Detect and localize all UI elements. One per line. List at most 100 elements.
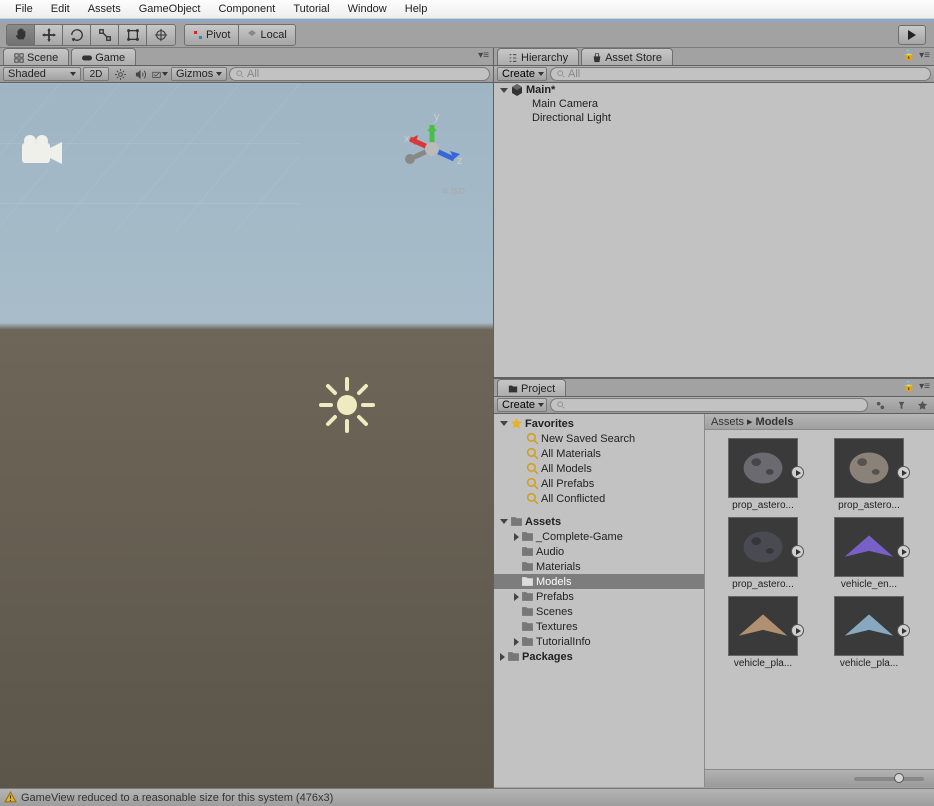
favorite-item[interactable]: All Conflicted <box>494 491 704 506</box>
scene-search[interactable]: All <box>229 67 490 81</box>
panel-menu-icon[interactable]: ▾≡ <box>919 381 930 392</box>
pivot-toggle[interactable]: Pivot <box>185 25 239 45</box>
tab-hierarchy[interactable]: Hierarchy <box>497 48 579 65</box>
lock-icon[interactable]: 🔒 <box>903 50 915 61</box>
right-column: Hierarchy Asset Store 🔒 ▾≡ Create All Mai… <box>494 48 934 788</box>
panel-menu-icon[interactable]: ▾≡ <box>919 50 930 61</box>
play-preview-icon[interactable] <box>791 624 804 637</box>
rect-tool[interactable] <box>119 25 147 45</box>
toolbar: Pivot Local <box>0 22 934 48</box>
favorite-icon[interactable] <box>913 398 931 412</box>
play-preview-icon[interactable] <box>791 545 804 558</box>
menu-window[interactable]: Window <box>339 1 396 17</box>
menu-gameobject[interactable]: GameObject <box>130 1 210 17</box>
menu-help[interactable]: Help <box>396 1 437 17</box>
play-preview-icon[interactable] <box>897 466 910 479</box>
hand-tool[interactable] <box>7 25 35 45</box>
project-search[interactable] <box>550 398 868 412</box>
svg-text:y: y <box>434 111 440 123</box>
asset-folder[interactable]: TutorialInfo <box>494 634 704 649</box>
asset-model[interactable]: prop_astero... <box>713 438 813 511</box>
lock-icon[interactable]: 🔒 <box>903 381 915 392</box>
menu-edit[interactable]: Edit <box>42 1 79 17</box>
hierarchy-panel: Hierarchy Asset Store 🔒 ▾≡ Create All Mai… <box>494 48 934 378</box>
scene-toolbar: Shaded 2D Gizmos All <box>0 66 493 83</box>
project-asset-grid: prop_astero...prop_astero...prop_astero.… <box>705 430 934 769</box>
asset-folder[interactable]: Audio <box>494 544 704 559</box>
play-preview-icon[interactable] <box>791 466 804 479</box>
asset-folder[interactable]: Textures <box>494 619 704 634</box>
breadcrumb-assets[interactable]: Assets <box>711 416 744 428</box>
scene-viewport[interactable]: x y z ≡ Iso <box>0 83 493 788</box>
favorite-item[interactable]: New Saved Search <box>494 431 704 446</box>
rotate-tool[interactable] <box>63 25 91 45</box>
project-panel: Project 🔒 ▾≡ Create Favorites New Saved S… <box>494 378 934 787</box>
asset-folder[interactable]: Scenes <box>494 604 704 619</box>
project-toolbar: Create <box>494 397 934 414</box>
assets-header[interactable]: Assets <box>494 514 704 529</box>
favorite-item[interactable]: All Materials <box>494 446 704 461</box>
project-tabbar: Project 🔒 ▾≡ <box>494 379 934 397</box>
sun-gizmo-icon <box>315 373 379 437</box>
camera-gizmo-icon <box>18 133 68 169</box>
status-message: GameView reduced to a reasonable size fo… <box>21 792 333 804</box>
favorites-header[interactable]: Favorites <box>494 416 704 431</box>
hierarchy-item-camera[interactable]: Main Camera <box>494 97 934 111</box>
asset-folder[interactable]: Prefabs <box>494 589 704 604</box>
2d-toggle[interactable]: 2D <box>83 67 109 81</box>
tab-game[interactable]: Game <box>71 48 136 65</box>
asset-model[interactable]: vehicle_pla... <box>713 596 813 669</box>
gizmos-dropdown[interactable]: Gizmos <box>171 67 227 81</box>
asset-model[interactable]: vehicle_en... <box>819 517 919 590</box>
hierarchy-toolbar: Create All <box>494 66 934 83</box>
menu-assets[interactable]: Assets <box>79 1 130 17</box>
scene-column: Scene Game ▾≡ Shaded 2D Gizmos All <box>0 48 494 788</box>
main: Scene Game ▾≡ Shaded 2D Gizmos All <box>0 48 934 788</box>
hierarchy-scene[interactable]: Main* <box>494 83 934 97</box>
lighting-toggle-icon[interactable] <box>111 67 129 81</box>
menu-component[interactable]: Component <box>209 1 284 17</box>
shading-mode-dropdown[interactable]: Shaded <box>3 67 81 81</box>
menu-file[interactable]: File <box>6 1 42 17</box>
tab-project[interactable]: Project <box>497 379 566 396</box>
axis-gizmo[interactable]: x y z <box>397 111 467 181</box>
pivot-local-group: Pivot Local <box>184 24 296 46</box>
asset-size-slider[interactable] <box>705 769 934 787</box>
asset-model[interactable]: vehicle_pla... <box>819 596 919 669</box>
filter-type-icon[interactable] <box>892 398 910 412</box>
svg-text:x: x <box>404 133 410 145</box>
project-create-dropdown[interactable]: Create <box>497 398 547 412</box>
favorite-item[interactable]: All Prefabs <box>494 476 704 491</box>
asset-model[interactable]: prop_astero... <box>713 517 813 590</box>
fx-toggle-icon[interactable] <box>151 67 169 81</box>
project-breadcrumb: Assets ▸ Models <box>705 414 934 430</box>
audio-toggle-icon[interactable] <box>131 67 149 81</box>
asset-model[interactable]: prop_astero... <box>819 438 919 511</box>
play-button[interactable] <box>898 25 926 45</box>
breadcrumb-models[interactable]: Models <box>756 416 794 428</box>
tab-asset-store[interactable]: Asset Store <box>581 48 673 65</box>
transform-tool[interactable] <box>147 25 175 45</box>
hierarchy-create-dropdown[interactable]: Create <box>497 67 547 81</box>
tab-scene[interactable]: Scene <box>3 48 69 65</box>
iso-label: ≡ Iso <box>443 185 465 197</box>
menu-tutorial[interactable]: Tutorial <box>284 1 338 17</box>
asset-folder[interactable]: Materials <box>494 559 704 574</box>
panel-menu-icon[interactable]: ▾≡ <box>478 50 489 61</box>
play-preview-icon[interactable] <box>897 545 910 558</box>
warning-icon <box>4 791 17 804</box>
hierarchy-tabbar: Hierarchy Asset Store 🔒 ▾≡ <box>494 48 934 66</box>
hierarchy-search[interactable]: All <box>550 67 931 81</box>
move-tool[interactable] <box>35 25 63 45</box>
play-preview-icon[interactable] <box>897 624 910 637</box>
favorite-item[interactable]: All Models <box>494 461 704 476</box>
menubar: File Edit Assets GameObject Component Tu… <box>0 0 934 19</box>
asset-folder[interactable]: _Complete-Game <box>494 529 704 544</box>
packages-header[interactable]: Packages <box>494 649 704 664</box>
scale-tool[interactable] <box>91 25 119 45</box>
asset-folder[interactable]: Models <box>494 574 704 589</box>
project-tree: Favorites New Saved SearchAll MaterialsA… <box>494 414 705 787</box>
local-toggle[interactable]: Local <box>239 25 294 45</box>
filter-icon[interactable] <box>871 398 889 412</box>
hierarchy-item-light[interactable]: Directional Light <box>494 111 934 125</box>
